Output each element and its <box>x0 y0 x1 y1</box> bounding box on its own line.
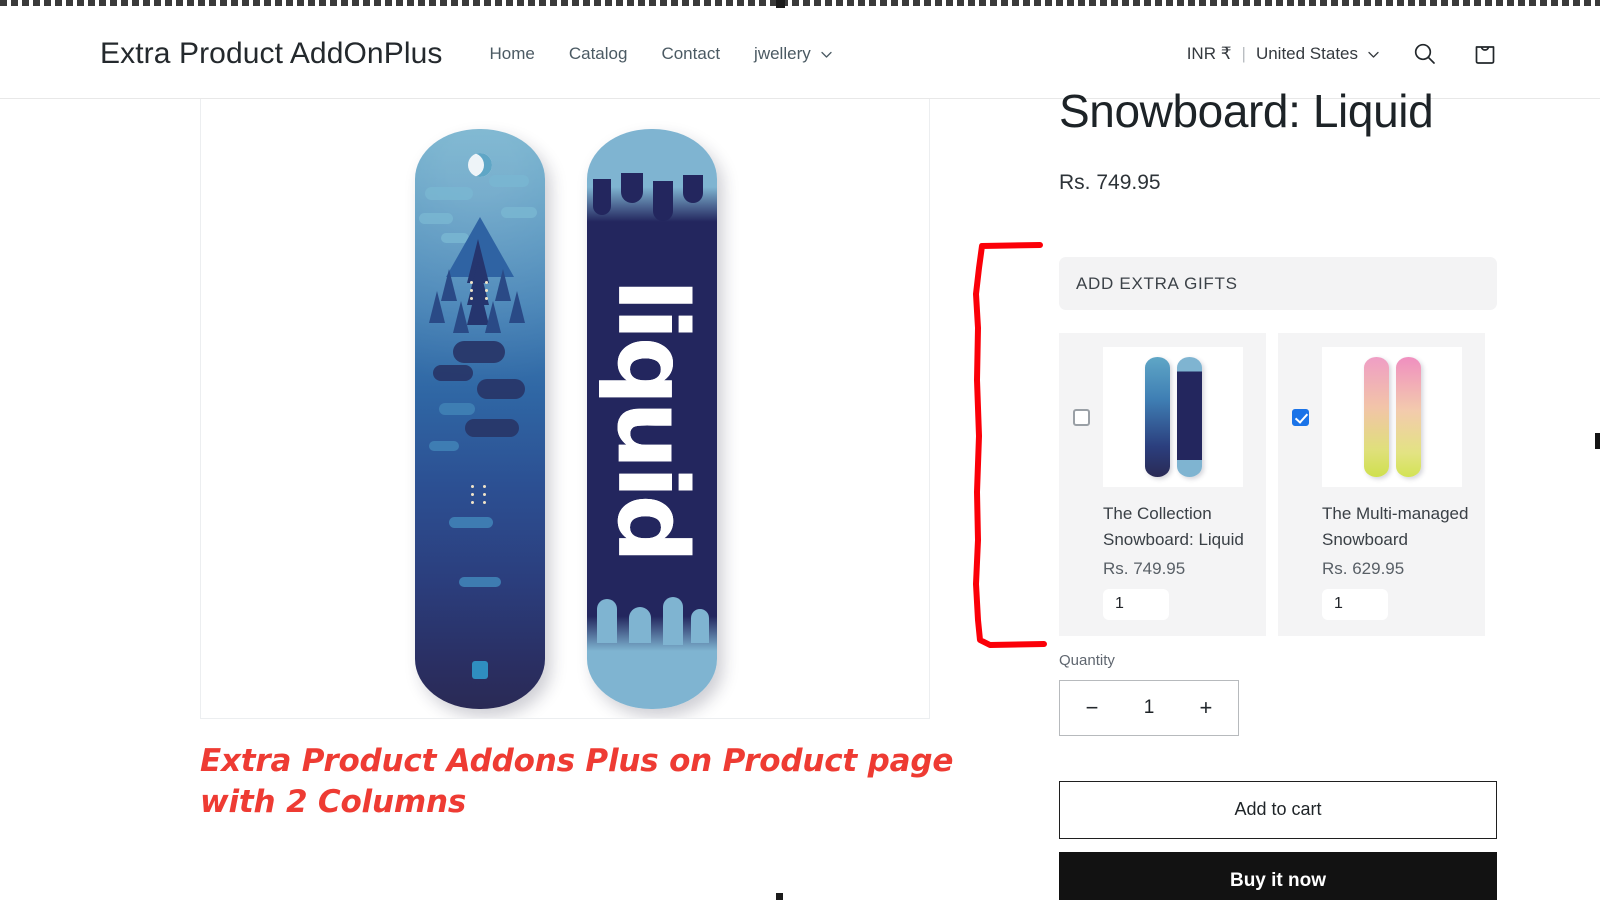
addon-thumbnail <box>1322 347 1462 488</box>
add-to-cart-button[interactable]: Add to cart <box>1059 780 1497 839</box>
addon-card[interactable]: The Collection Snowboard: Liquid Rs. 749… <box>1059 333 1266 636</box>
quantity-decrease-button[interactable]: − <box>1080 696 1104 719</box>
nav-item-home[interactable]: Home <box>489 44 534 64</box>
nav-item-contact[interactable]: Contact <box>661 44 720 64</box>
quantity-label: Quantity <box>1059 651 1115 669</box>
addon-checkbox[interactable] <box>1072 409 1090 427</box>
locale-selector[interactable]: INR ₹ | United States <box>1187 44 1380 64</box>
addons-section-label: ADD EXTRA GIFTS <box>1076 273 1238 293</box>
moon-icon <box>468 153 492 177</box>
addon-body: The Multi-managed Snowboard Rs. 629.95 <box>1322 347 1485 620</box>
chevron-down-icon <box>1367 48 1380 61</box>
product-image-frame[interactable]: liquid <box>200 99 930 719</box>
addon-price: Rs. 749.95 <box>1103 558 1186 578</box>
quantity-increase-button[interactable]: + <box>1194 696 1218 719</box>
annotation-caption: Extra Product Addons Plus on Product pag… <box>200 743 954 821</box>
nav-item-catalog[interactable]: Catalog <box>569 44 628 64</box>
window-top-ruler <box>0 0 1600 6</box>
chevron-down-icon <box>820 48 833 61</box>
addon-quantity-input[interactable] <box>1322 588 1388 620</box>
addon-checkbox-wrap <box>1059 347 1103 427</box>
addon-thumbnail <box>1103 347 1243 488</box>
product-gallery: liquid Extra Product Addons Plus on Prod… <box>200 99 953 823</box>
addon-price: Rs. 629.95 <box>1322 558 1405 578</box>
cart-icon[interactable] <box>1470 39 1500 69</box>
addon-card[interactable]: The Multi-managed Snowboard Rs. 629.95 <box>1278 333 1485 636</box>
addon-checkbox[interactable] <box>1291 409 1309 427</box>
primary-navigation: Home Catalog Contact jwellery <box>489 44 832 64</box>
addon-quantity-input[interactable] <box>1103 588 1169 620</box>
quantity-value[interactable]: 1 <box>1144 697 1155 719</box>
window-top-ruler-mark <box>776 0 785 8</box>
liquid-wordmark: liquid <box>596 278 708 560</box>
addon-name: The Multi-managed Snowboard <box>1322 504 1469 550</box>
addon-body: The Collection Snowboard: Liquid Rs. 749… <box>1103 347 1266 620</box>
addons-grid: The Collection Snowboard: Liquid Rs. 749… <box>1059 333 1499 636</box>
quantity-stepper: − 1 + <box>1059 679 1239 736</box>
shop-badge-icon <box>472 661 488 679</box>
product-info: Snowboard: Liquid Rs. 749.95 ADD EXTRA G… <box>1059 87 1499 900</box>
locale-separator: | <box>1241 44 1246 63</box>
locale-currency: INR ₹ <box>1186 44 1232 63</box>
addons-section-header[interactable]: ADD EXTRA GIFTS <box>1059 257 1497 311</box>
main-content: liquid Extra Product Addons Plus on Prod… <box>0 87 1600 900</box>
snowboard-liquid-art: liquid <box>587 129 717 709</box>
page-title: Snowboard: Liquid <box>1059 85 1434 137</box>
header-actions: INR ₹ | United States <box>1187 39 1500 69</box>
search-icon[interactable] <box>1410 39 1440 69</box>
addon-checkbox-wrap <box>1278 347 1322 427</box>
addon-name: The Collection Snowboard: Liquid <box>1103 504 1244 550</box>
site-logo[interactable]: Extra Product AddOnPlus <box>100 37 442 71</box>
nav-item-jwellery[interactable]: jwellery <box>754 44 833 64</box>
page-root: Extra Product AddOnPlus Home Catalog Con… <box>0 0 1600 900</box>
product-image: liquid <box>201 99 929 718</box>
nav-item-jwellery-label: jwellery <box>754 44 811 63</box>
snowboard-forest-art <box>415 129 545 709</box>
locale-country: United States <box>1255 44 1358 63</box>
buy-it-now-button[interactable]: Buy it now <box>1059 851 1497 900</box>
product-price: Rs. 749.95 <box>1059 171 1161 195</box>
